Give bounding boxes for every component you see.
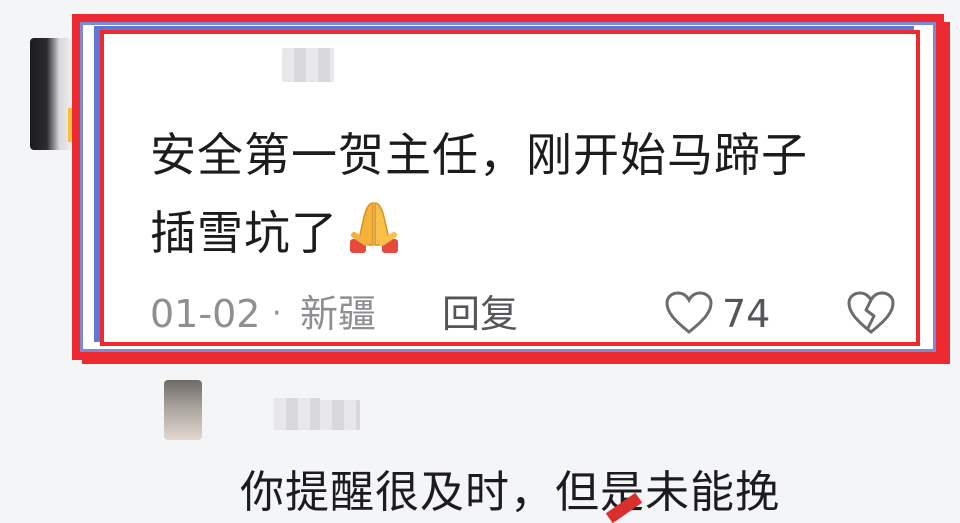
commenter-name-blurred[interactable] xyxy=(282,48,334,82)
meta-separator: · xyxy=(272,296,282,331)
like-count: 74 xyxy=(722,292,771,336)
reply-name-blurred-2 xyxy=(320,400,360,430)
reply-name-blurred[interactable] xyxy=(274,398,320,430)
reply-avatar[interactable] xyxy=(164,380,202,440)
reply-button[interactable]: 回复 xyxy=(442,290,518,338)
avatar-photo xyxy=(30,38,72,150)
folded-hands-icon xyxy=(342,199,406,278)
comment-body: 安全第一贺主任，刚开始马蹄子 插雪坑了 xyxy=(150,116,910,278)
broken-heart-icon[interactable] xyxy=(846,290,896,340)
heart-icon[interactable] xyxy=(664,290,714,340)
comment-text-line-2: 插雪坑了 xyxy=(150,206,338,260)
comment-text-line-1: 安全第一贺主任，刚开始马蹄子 xyxy=(150,128,808,182)
comment-date: 01-02 xyxy=(150,292,261,336)
reply-comment-text: 你提醒很及时，但是未能挽 xyxy=(240,467,780,518)
comment-location: 新疆 xyxy=(300,292,377,336)
